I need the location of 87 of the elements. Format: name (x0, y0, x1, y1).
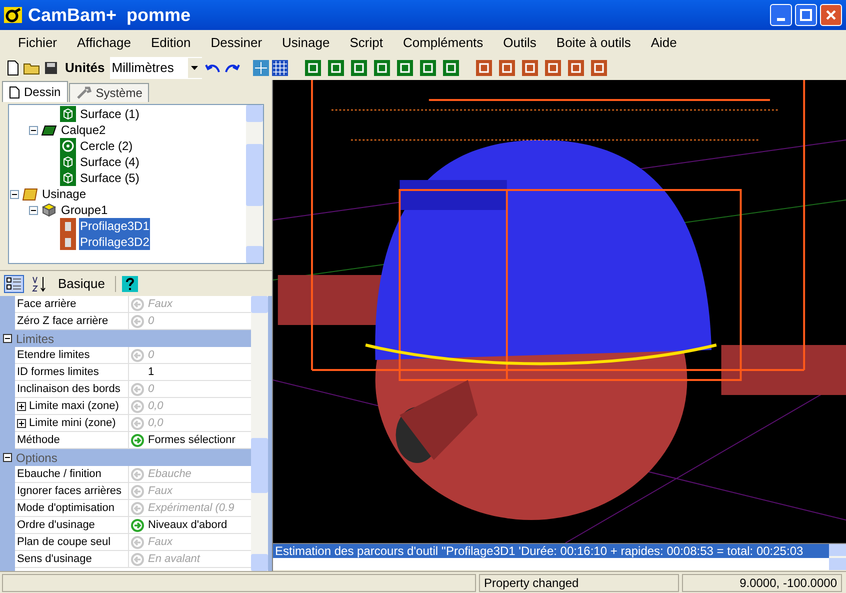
status-message: Property changed (479, 574, 679, 592)
property-name: Sens d'usinage (17, 552, 92, 567)
mode-label[interactable]: Basique (54, 274, 109, 294)
collapse-toggle[interactable] (10, 190, 19, 198)
tree-item[interactable]: Surface (5) (79, 170, 140, 186)
redo-icon[interactable] (224, 62, 240, 74)
scrollbar[interactable] (829, 544, 846, 570)
maximize-button[interactable] (795, 4, 817, 26)
app-logo-icon (4, 7, 22, 23)
property-name: Plan de coupe seul (17, 534, 111, 550)
wrench-icon (76, 86, 92, 100)
help-icon[interactable] (122, 276, 138, 292)
menu-item[interactable]: Edition (140, 33, 201, 53)
menu-item[interactable]: Compléments (392, 33, 494, 53)
tab[interactable]: Système (68, 83, 150, 102)
minimize-button[interactable] (770, 4, 792, 26)
expand-toggle[interactable] (17, 418, 26, 428)
group-icon (41, 202, 57, 218)
profile-icon (60, 218, 76, 234)
property-name: Limite mini (zone) (29, 416, 116, 431)
tree-item[interactable]: Profilage3D1 (79, 218, 150, 234)
tree-item[interactable]: Usinage (41, 186, 88, 202)
3d-toolpath-view-drawing[interactable] (273, 80, 846, 543)
expand-toggle[interactable] (17, 402, 26, 410)
property-value[interactable]: 1 (146, 364, 251, 380)
menu-item[interactable]: Dessiner (200, 33, 272, 53)
window-title: CamBam+ pomme (28, 4, 191, 27)
grid-icon[interactable] (272, 60, 288, 76)
tree-item[interactable]: Cercle (2) (79, 138, 134, 154)
tree-item[interactable]: Calque2 (60, 122, 107, 138)
close-icon (825, 9, 837, 21)
close-button[interactable] (820, 4, 842, 26)
undo-icon[interactable] (204, 62, 221, 74)
scrollbar[interactable] (251, 296, 268, 571)
new-file-icon[interactable] (6, 60, 20, 76)
minimize-icon (777, 18, 785, 21)
property-name: Face arrière (17, 296, 76, 312)
property-name: Etendre limites (17, 348, 90, 363)
document-icon (9, 86, 20, 98)
tree-item[interactable]: Surface (1) (79, 106, 140, 122)
property-name: Ignorer faces arrières (17, 484, 122, 499)
menu-item[interactable]: Affichage (67, 33, 141, 53)
property-name: Ebauche / finition (17, 466, 102, 482)
scrollbar[interactable] (246, 105, 263, 263)
log-entry[interactable]: Estimation des parcours d'outil ''Profilage3D1 'Durée: 00:16:10 + rapides: 00:08:53 = total: 00:25:03 (273, 544, 829, 558)
menu-item[interactable]: Fichier (8, 33, 68, 53)
save-icon[interactable] (44, 61, 58, 75)
surface-icon (60, 170, 76, 186)
property-value[interactable]: Niveaux d'abord (146, 517, 251, 533)
category-label: Options (16, 450, 58, 466)
categorized-view-icon[interactable] (4, 274, 24, 292)
maximize-icon (800, 9, 812, 21)
cursor-coordinates: 9.0000, -100.0000 (682, 574, 842, 592)
arrow-right-icon[interactable] (131, 434, 144, 446)
circle-icon (60, 138, 76, 154)
menu-item[interactable]: Script (340, 33, 393, 53)
category-label: Limites (16, 330, 54, 348)
menu-item[interactable]: Boite à outils (546, 33, 641, 53)
property-name: Méthode (17, 432, 60, 448)
machining-icon (22, 186, 38, 202)
tree-item[interactable]: Groupe1 (60, 202, 109, 218)
menu-item[interactable]: Aide (640, 33, 687, 53)
property-value[interactable]: Formes sélectionr (146, 432, 251, 448)
property-name: Mode d'optimisation (17, 500, 114, 516)
tab[interactable]: Dessin (2, 81, 68, 102)
profile-icon (60, 234, 76, 250)
units-label: Unités (65, 59, 105, 78)
property-name: Ordre d'usinage (17, 518, 95, 533)
folder-icon[interactable] (23, 61, 41, 75)
snap-icon[interactable] (252, 60, 269, 76)
collapse-toggle[interactable] (3, 453, 12, 462)
menu-item[interactable]: Usinage (272, 33, 340, 53)
collapse-toggle[interactable] (29, 126, 38, 134)
property-name: Inclinaison des bords (17, 382, 120, 397)
collapse-toggle[interactable] (29, 206, 38, 214)
collapse-toggle[interactable] (3, 334, 12, 343)
menu-item[interactable]: Outils (493, 33, 546, 53)
property-name: Zéro Z face arrière (17, 314, 108, 329)
arrow-right-icon[interactable] (131, 518, 144, 532)
caret-icon (191, 66, 198, 70)
tree-item[interactable]: Surface (4) (79, 154, 140, 170)
units-dropdown[interactable]: Millimètres (110, 57, 202, 79)
property-name: Limite maxi (zone) (29, 398, 119, 414)
tree-item[interactable]: Profilage3D2 (79, 234, 150, 250)
property-row[interactable]: ID formes limites 1 (15, 364, 251, 381)
property-name: ID formes limites (17, 364, 99, 380)
sort-alphabetical-icon[interactable] (30, 274, 48, 292)
